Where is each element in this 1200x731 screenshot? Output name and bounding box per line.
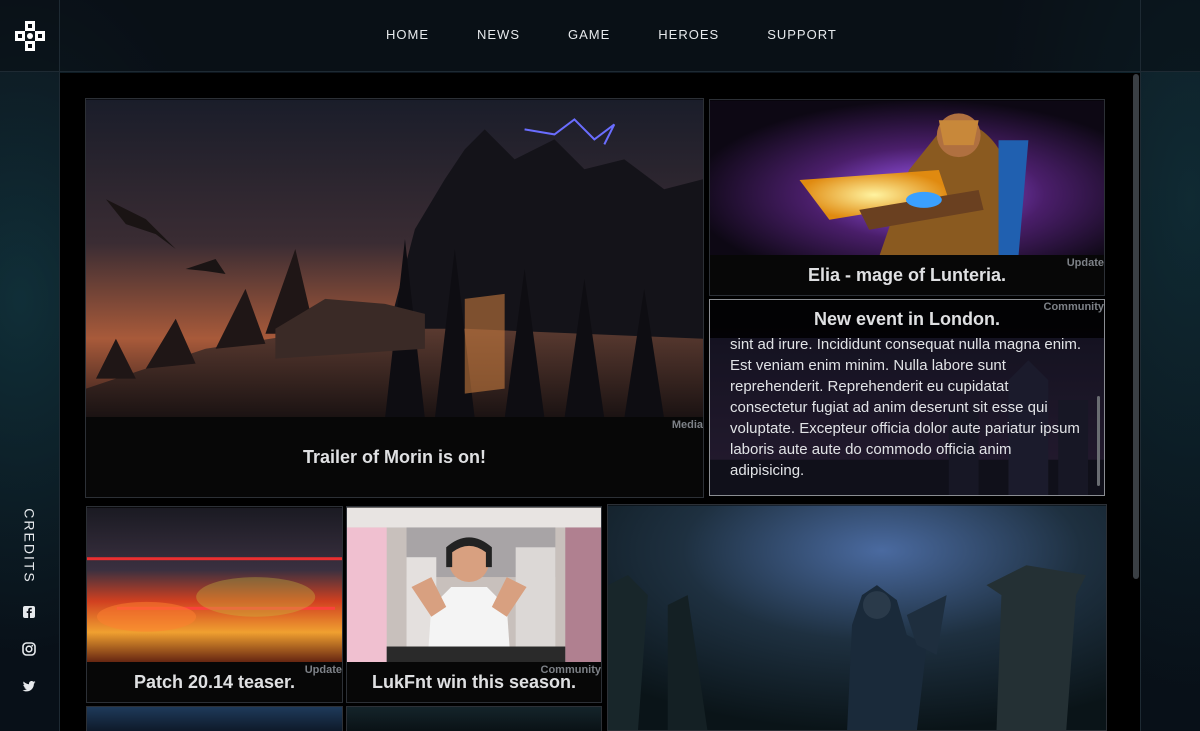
news-card-lukfnt[interactable]: LukFnt win this season. Community [346, 506, 602, 703]
elia-image [710, 100, 1104, 257]
news-card-partial-1[interactable] [86, 706, 343, 731]
trailer-tag: Media [671, 419, 703, 431]
news-card-ruins[interactable] [607, 504, 1107, 731]
gamepad-logo-icon [14, 21, 45, 51]
nav-game[interactable]: GAME [568, 28, 610, 42]
event-body: sint ad irure. Incididunt consequat null… [730, 336, 1082, 479]
partial-image-1 [87, 707, 342, 731]
nav-heroes[interactable]: HEROES [658, 28, 719, 42]
twitter-icon[interactable] [21, 678, 37, 694]
right-divider [1140, 72, 1141, 731]
event-scrollbar[interactable] [1097, 396, 1100, 486]
patch-tag: Update [304, 664, 342, 676]
credits-link[interactable]: CREDITS [8, 508, 52, 584]
elia-title: Elia - mage of Lunteria. [807, 264, 1007, 285]
trailer-caption: Trailer of Morin is on! [86, 417, 703, 497]
patch-image [87, 507, 342, 664]
news-card-elia[interactable]: Elia - mage of Lunteria. Update [709, 99, 1105, 296]
news-card-patch[interactable]: Patch 20.14 teaser. Update [86, 506, 343, 703]
event-tag: Community [1043, 301, 1105, 313]
event-title: New event in London. [813, 308, 1000, 329]
lukfnt-image [347, 507, 601, 664]
nav-home[interactable]: HOME [386, 28, 429, 42]
trailer-title: Trailer of Morin is on! [302, 446, 486, 467]
partial-image-2 [347, 707, 601, 731]
logo[interactable] [0, 0, 60, 72]
elia-caption: Elia - mage of Lunteria. [710, 255, 1104, 295]
nav-support[interactable]: SUPPORT [767, 28, 837, 42]
news-card-trailer[interactable]: Trailer of Morin is on! Media [85, 98, 704, 498]
trailer-image [86, 99, 703, 419]
credits-label: CREDITS [22, 508, 39, 584]
main-nav: HOME NEWS GAME HEROES SUPPORT [386, 28, 885, 42]
top-bar: HOME NEWS GAME HEROES SUPPORT [0, 0, 1200, 72]
news-card-event[interactable]: New event in London. Community sint ad i… [709, 299, 1105, 496]
facebook-icon[interactable] [21, 604, 37, 620]
ruins-image [608, 505, 1106, 730]
top-right-box [1140, 0, 1200, 72]
nav-news[interactable]: NEWS [477, 28, 520, 42]
instagram-icon[interactable] [21, 641, 37, 657]
elia-tag: Update [1066, 257, 1104, 269]
lukfnt-tag: Community [540, 664, 602, 676]
scrollbar[interactable] [1133, 74, 1139, 579]
news-card-partial-2[interactable] [346, 706, 602, 731]
patch-title: Patch 20.14 teaser. [133, 671, 296, 692]
